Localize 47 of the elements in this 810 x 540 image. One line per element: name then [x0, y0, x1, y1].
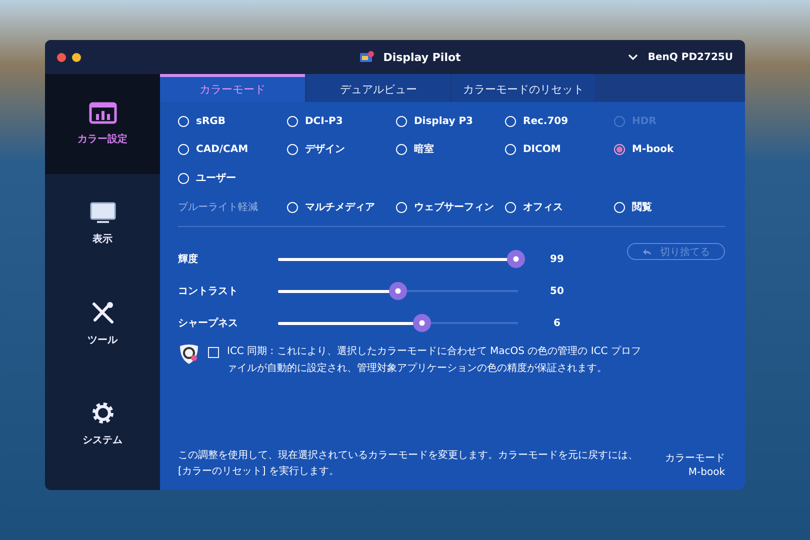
light-reduction-option[interactable]: マルチメディア: [287, 200, 396, 214]
color-mode-option[interactable]: 暗室: [396, 142, 505, 156]
light-reduction-option[interactable]: 閲覧: [614, 200, 723, 214]
icc-sync-description: ICC 同期 : これにより、選択したカラーモードに合わせて MacOS の色の管理の ICC プロファイルが自動的に設定され、管理対象アプリケーションの色の精度が保証されます。: [227, 344, 642, 376]
color-mode-option[interactable]: DICOM: [505, 142, 614, 156]
sidebar-item[interactable]: システム: [45, 374, 160, 474]
undo-arrow-icon: [642, 248, 652, 256]
slider-value: 50: [549, 286, 565, 296]
minimize-button[interactable]: [72, 52, 81, 62]
slider-label: 輝度: [178, 252, 199, 266]
chart-window-icon: [88, 102, 116, 124]
window-title: Display Pilot: [383, 50, 461, 64]
current-mode-label: カラーモード: [665, 452, 725, 466]
footer-note: この調整を使用して、現在選択されているカラーモードを変更します。カラーモードを元に戻すには、[カラーのリセット] を実行します。: [178, 448, 639, 479]
slider-thumb[interactable]: [413, 314, 431, 332]
icc-sync-checkbox[interactable]: [208, 347, 219, 358]
chevron-down-icon: [628, 54, 638, 60]
color-mode-option[interactable]: DCI-P3: [287, 116, 396, 127]
sidebar-item[interactable]: 表示: [45, 174, 160, 274]
monitor-selector[interactable]: BenQ PD2725U: [583, 52, 733, 62]
color-mode-option[interactable]: CAD/CAM: [178, 142, 287, 156]
light-reduction-option[interactable]: ウェブサーフィン: [396, 200, 505, 214]
sidebar-item[interactable]: カラー設定: [45, 74, 160, 174]
tab[interactable]: カラーモードのリセット: [452, 74, 595, 102]
tab[interactable]: デュアルビュー: [307, 74, 450, 102]
close-button[interactable]: [57, 52, 66, 62]
color-mode-option[interactable]: Rec.709: [505, 116, 614, 127]
slider-value: 99: [549, 254, 565, 264]
color-mode-option[interactable]: sRGB: [178, 116, 287, 127]
slider-thumb[interactable]: [506, 250, 525, 268]
slider-value: 6: [552, 318, 562, 328]
gear-icon: [90, 401, 114, 425]
current-mode-value: M-book: [688, 466, 725, 480]
light-reduction-label: ブルーライト軽減: [178, 200, 259, 214]
slider-thumb[interactable]: [389, 282, 407, 300]
wrench-screwdriver-icon: [90, 301, 114, 325]
color-mode-option[interactable]: Display P3: [396, 116, 505, 127]
color-mode-option[interactable]: ユーザー: [178, 171, 287, 185]
app-logo-icon: [359, 50, 376, 64]
color-sync-icon: [178, 343, 200, 365]
sidebar-item[interactable]: ツール: [45, 274, 160, 374]
color-mode-option[interactable]: デザイン: [287, 142, 396, 156]
slider-label: コントラスト: [178, 285, 239, 298]
color-mode-option[interactable]: M-book: [614, 142, 723, 156]
monitor-icon: [90, 202, 116, 224]
light-reduction-option[interactable]: オフィス: [505, 200, 614, 214]
slider-label: シャープネス: [178, 316, 239, 330]
